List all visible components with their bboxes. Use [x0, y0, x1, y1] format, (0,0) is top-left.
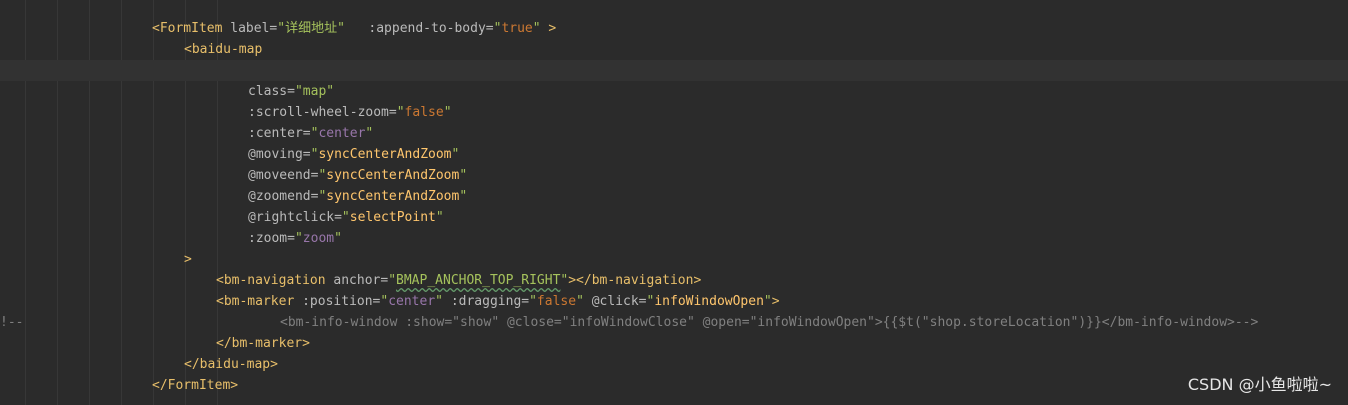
string-token: "	[334, 231, 342, 246]
code-text: </FormItem>	[152, 375, 238, 396]
tag-token: <bm-navigation	[216, 273, 326, 288]
code-text: </baidu-map>	[184, 354, 278, 375]
code-text: @rightclick="selectPoint"	[248, 207, 444, 228]
code-text: <baidu-map	[184, 39, 262, 60]
code-text: @zoomend="syncCenterAndZoom"	[248, 186, 467, 207]
code-line[interactable]: :center="center"	[0, 123, 1348, 144]
code-line[interactable]: @rightclick="selectPoint"	[0, 207, 1348, 228]
attribute-token: label=	[222, 21, 278, 36]
current-line[interactable]	[0, 60, 1348, 81]
code-text: >	[184, 249, 192, 270]
string-token: "	[459, 168, 468, 183]
attribute-token: :scroll-wheel-zoom=	[248, 105, 397, 120]
attribute-token: @moveend=	[248, 168, 319, 183]
string-token: "	[459, 189, 468, 204]
code-text: <bm-marker :position="center" :dragging=…	[216, 291, 780, 312]
boolean-token: true	[501, 21, 533, 36]
code-line[interactable]: @zoomend="syncCenterAndZoom"	[0, 186, 1348, 207]
code-line[interactable]: class="map"	[0, 81, 1348, 102]
attribute-token: :append-to-body=	[344, 21, 494, 36]
code-line[interactable]: <bm-marker :position="center" :dragging=…	[0, 291, 1348, 312]
handler-token: infoWindowOpen	[654, 294, 764, 309]
attribute-token: class=	[248, 84, 295, 99]
string-token: "	[443, 105, 452, 120]
tag-token: <baidu-map	[184, 42, 263, 57]
attribute-token: anchor=	[325, 273, 389, 288]
string-token: "	[576, 294, 584, 309]
string-token: "	[435, 210, 444, 225]
variable-token: center	[388, 294, 436, 309]
code-line[interactable]: <FormItem label="详细地址" :append-to-body= "…	[0, 18, 1348, 39]
code-line[interactable]: </baidu-map>	[0, 354, 1348, 375]
tag-token: </baidu-map>	[184, 357, 278, 372]
handler-token: syncCenterAndZoom	[318, 147, 452, 162]
string-token: "	[396, 105, 405, 120]
code-text: <bm-navigation anchor="BMAP_ANCHOR_TOP_R…	[216, 270, 701, 291]
string-token: "详细地址"	[277, 21, 345, 36]
string-token: "	[763, 294, 772, 309]
string-token: "	[294, 231, 303, 246]
code-editor[interactable]: <FormItem label="详细地址" :append-to-body= "…	[0, 0, 1348, 405]
code-line[interactable]: @moving="syncCenterAndZoom"	[0, 144, 1348, 165]
code-line[interactable]: @moveend="syncCenterAndZoom"	[0, 165, 1348, 186]
boolean-token: false	[404, 105, 444, 120]
tag-token: </bm-marker>	[216, 336, 310, 351]
handler-token: syncCenterAndZoom	[326, 189, 460, 204]
tag-token: >	[184, 252, 192, 267]
variable-token: zoom	[302, 231, 335, 246]
code-text: class="map"	[248, 81, 334, 102]
constant-token: BMAP_ANCHOR_TOP_RIGHT	[396, 273, 561, 288]
code-line[interactable]: >	[0, 249, 1348, 270]
code-line[interactable]: <bm-navigation anchor="BMAP_ANCHOR_TOP_R…	[0, 270, 1348, 291]
string-token: "	[529, 294, 537, 309]
string-token: "	[532, 21, 541, 36]
string-token: "	[388, 273, 397, 288]
code-text: :zoom="zoom"	[248, 228, 342, 249]
attribute-token: :dragging=	[443, 294, 530, 309]
boolean-token: false	[536, 294, 577, 309]
string-token: "map"	[294, 84, 335, 99]
tag-token: </FormItem>	[152, 378, 239, 393]
code-line[interactable]: </FormItem>	[0, 375, 1348, 396]
string-token: "	[451, 147, 460, 162]
attribute-token: :center=	[248, 126, 311, 141]
code-line[interactable]: <baidu-map	[0, 39, 1348, 60]
string-token: "	[341, 210, 350, 225]
code-text: :scroll-wheel-zoom="false"	[248, 102, 452, 123]
code-text: @moveend="syncCenterAndZoom"	[248, 165, 467, 186]
attribute-token: :position=	[294, 294, 381, 309]
attribute-token: @zoomend=	[248, 189, 319, 204]
code-text: </bm-marker>	[216, 333, 310, 354]
attribute-token: @rightclick=	[248, 210, 342, 225]
watermark: CSDN @小鱼啦啦~	[1187, 375, 1332, 394]
code-line[interactable]: </bm-marker>	[0, 333, 1348, 354]
code-text: <bm-info-window :show="show" @close="inf…	[280, 312, 1258, 333]
variable-token: center	[318, 126, 366, 141]
code-text: @moving="syncCenterAndZoom"	[248, 144, 459, 165]
string-token: "	[365, 126, 374, 141]
code-text: <FormItem label="详细地址" :append-to-body= "…	[152, 18, 556, 39]
code-line[interactable]: :zoom="zoom"	[0, 228, 1348, 249]
attribute-token: @click=	[583, 294, 647, 309]
tag-token: >	[771, 294, 780, 309]
code-line[interactable]: :scroll-wheel-zoom="false"	[0, 102, 1348, 123]
comment-prefix: !--	[0, 315, 24, 330]
tag-token: <FormItem	[152, 21, 223, 36]
handler-token: syncCenterAndZoom	[326, 168, 460, 183]
tag-token: <bm-marker	[216, 294, 295, 309]
handler-token: selectPoint	[349, 210, 436, 225]
code-line[interactable]: !-- <bm-info-window :show="show" @close=…	[0, 312, 1348, 333]
tag-token: >	[540, 21, 557, 36]
attribute-token: :zoom=	[248, 231, 295, 246]
code-text: :center="center"	[248, 123, 373, 144]
tag-token: ></bm-navigation>	[568, 273, 702, 288]
comment-token: <bm-info-window :show="show" @close="inf…	[280, 315, 1259, 330]
attribute-token: @moving=	[248, 147, 311, 162]
string-token: "	[435, 294, 443, 309]
